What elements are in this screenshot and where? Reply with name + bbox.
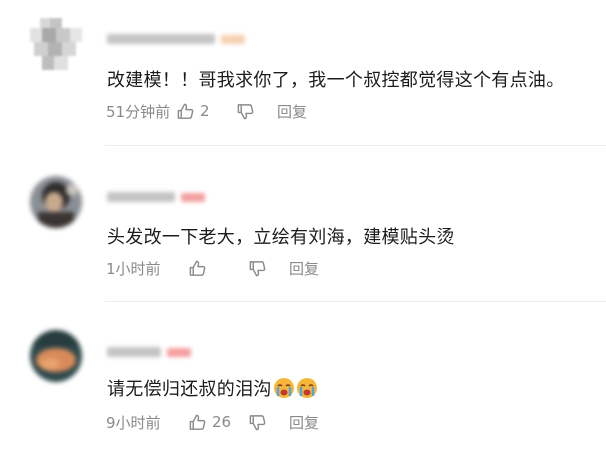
like-count: 26	[212, 413, 232, 431]
comment-actions: 1小时前 回复	[106, 258, 319, 278]
avatar[interactable]	[30, 330, 82, 382]
thumbs-up-icon	[188, 413, 207, 432]
comment-text: 请无偿归还叔的泪沟	[107, 375, 318, 401]
comment-text: 改建模！！哥我求你了，我一个叔控都觉得这个有点油。	[107, 70, 565, 91]
user-badge	[181, 192, 205, 202]
crying-face-emoji	[296, 377, 318, 399]
thumbs-down-icon[interactable]	[248, 413, 267, 432]
thumbs-down-icon[interactable]	[236, 102, 255, 121]
comment-text-content: 请无偿归还叔的泪沟	[107, 379, 272, 400]
like-button[interactable]: 2	[176, 102, 222, 121]
comment-actions: 9小时前 26 回复	[106, 412, 319, 432]
like-button[interactable]	[188, 259, 234, 278]
comment-time: 9小时前	[106, 413, 161, 432]
avatar[interactable]	[30, 18, 82, 70]
comment-item: 头发改一下老大，立绘有刘海，建模贴头烫 1小时前 回复	[0, 146, 606, 302]
thumbs-up-icon	[176, 102, 195, 121]
comment-actions: 51分钟前 2 回复	[106, 101, 307, 121]
comment-text: 头发改一下老大，立绘有刘海，建模贴头烫	[107, 227, 455, 248]
comment-time: 51分钟前	[106, 102, 171, 121]
user-badge	[167, 347, 191, 357]
reply-button[interactable]: 回复	[289, 412, 319, 433]
like-count: 2	[200, 102, 210, 120]
avatar[interactable]	[30, 176, 82, 228]
crying-face-emoji	[273, 377, 295, 399]
comment-item: 请无偿归还叔的泪沟 9小时前 26 回复	[0, 302, 606, 454]
username[interactable]	[107, 31, 245, 47]
username[interactable]	[107, 344, 191, 360]
like-button[interactable]: 26	[188, 413, 234, 432]
reply-button[interactable]: 回复	[277, 101, 307, 122]
username[interactable]	[107, 189, 205, 205]
comment-item: 改建模！！哥我求你了，我一个叔控都觉得这个有点油。 51分钟前 2 回复	[0, 0, 606, 146]
thumbs-up-icon	[188, 259, 207, 278]
user-badge	[221, 34, 245, 44]
reply-button[interactable]: 回复	[289, 258, 319, 279]
thumbs-down-icon[interactable]	[248, 259, 267, 278]
comment-time: 1小时前	[106, 259, 161, 278]
